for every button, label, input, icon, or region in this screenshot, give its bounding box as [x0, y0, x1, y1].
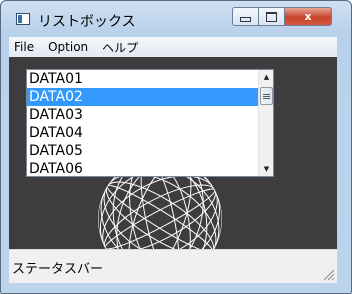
listbox-scrollbar[interactable]: ▲ ▼	[258, 70, 273, 176]
scroll-down-icon[interactable]: ▼	[259, 162, 273, 176]
app-window: リストボックス x File Option ヘルプ DATA01 DATA02 …	[0, 0, 352, 294]
minimize-button[interactable]	[232, 7, 259, 26]
menu-help[interactable]: ヘルプ	[95, 39, 145, 56]
minimize-icon	[240, 17, 251, 22]
list-item-data04[interactable]: DATA04	[27, 124, 259, 142]
scroll-thumb[interactable]	[260, 87, 273, 105]
window-bottom-frame	[1, 283, 351, 293]
list-item-data01[interactable]: DATA01	[27, 70, 259, 88]
caption-buttons: x	[232, 7, 332, 26]
menu-option[interactable]: Option	[41, 40, 95, 54]
status-text: ステータスバー	[12, 262, 104, 277]
title-bar[interactable]: リストボックス x	[1, 1, 351, 37]
window-title: リストボックス	[38, 14, 136, 30]
menu-file[interactable]: File	[9, 40, 41, 54]
maximize-button[interactable]	[259, 7, 285, 26]
list-item-data02[interactable]: DATA02	[27, 88, 259, 106]
scroll-up-icon[interactable]: ▲	[259, 70, 273, 84]
list-item-data05[interactable]: DATA05	[27, 142, 259, 160]
menu-bar: File Option ヘルプ	[9, 37, 337, 57]
close-icon: x	[304, 10, 312, 23]
maximize-icon	[266, 11, 277, 22]
close-button[interactable]: x	[285, 7, 332, 26]
window-app-icon[interactable]	[16, 13, 30, 25]
list-box[interactable]: DATA01 DATA02 DATA03 DATA04 DATA05 DATA0…	[26, 69, 274, 177]
list-item-data03[interactable]: DATA03	[27, 106, 259, 124]
client-area: DATA01 DATA02 DATA03 DATA04 DATA05 DATA0…	[9, 57, 337, 249]
list-item-data06[interactable]: DATA06	[27, 160, 259, 176]
status-bar: ステータスバー	[9, 249, 337, 283]
size-grip-icon[interactable]	[323, 269, 335, 281]
